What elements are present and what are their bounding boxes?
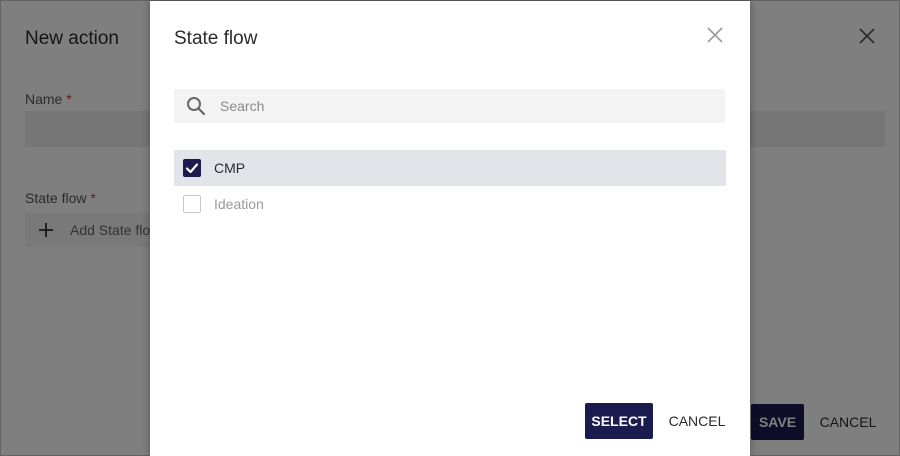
checkbox-checked[interactable] <box>183 159 201 177</box>
check-icon <box>185 163 199 174</box>
search-icon <box>187 97 206 116</box>
close-icon[interactable] <box>704 24 726 46</box>
option-label: CMP <box>214 160 246 176</box>
option-label: Ideation <box>214 196 264 212</box>
option-cmp[interactable]: CMP <box>174 150 726 186</box>
checkbox-unchecked[interactable] <box>183 195 201 213</box>
search-input[interactable] <box>220 98 700 114</box>
option-ideation[interactable]: Ideation <box>174 186 726 222</box>
dialog-title: State flow <box>174 28 258 49</box>
search-box <box>174 89 725 123</box>
cancel-button[interactable]: CANCEL <box>663 403 731 439</box>
select-button[interactable]: SELECT <box>585 403 653 439</box>
state-flow-dialog: State flow CMP Ideation SELECT CANCEL <box>150 1 750 456</box>
